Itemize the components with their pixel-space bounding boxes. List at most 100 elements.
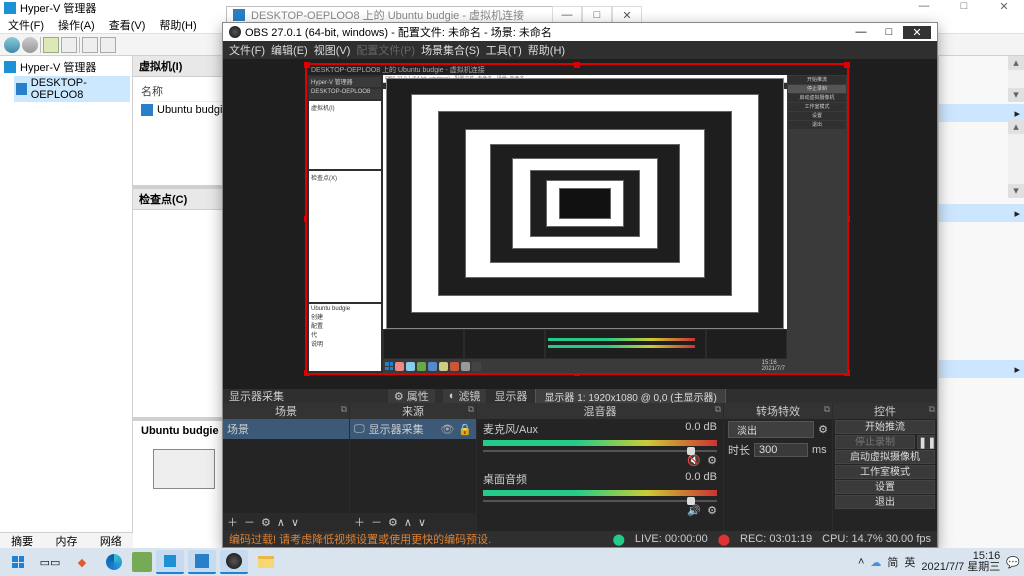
- nav-back-icon[interactable]: [4, 37, 20, 53]
- maximize-button[interactable]: □: [944, 0, 984, 16]
- transition-select[interactable]: 淡出: [728, 421, 814, 438]
- scenes-dock[interactable]: 场景⧉ 场景 ＋ － ⚙ ∧ ∨: [223, 403, 349, 531]
- virtual-cam-button[interactable]: 启动虚拟摄像机: [835, 450, 935, 464]
- actions-pane[interactable]: ▴▾ ▸ ▴▾ ▸ ▸: [938, 56, 1024, 548]
- pause-recording-button[interactable]: ❚❚: [917, 435, 935, 449]
- hyperv-menu-view[interactable]: 查看(V): [109, 17, 146, 33]
- host-window-controls[interactable]: — □ ✕: [904, 0, 1024, 16]
- obs-menu-file[interactable]: 文件(F): [229, 42, 265, 58]
- notifications-icon[interactable]: 💬: [1006, 556, 1020, 569]
- maximize-button[interactable]: □: [875, 26, 903, 38]
- tray-ime-1[interactable]: 简: [887, 554, 898, 570]
- up-icon[interactable]: ∧: [404, 516, 412, 529]
- remove-icon[interactable]: －: [244, 514, 255, 530]
- hyperv-menu-action[interactable]: 操作(A): [58, 17, 95, 33]
- add-icon[interactable]: ＋: [227, 514, 238, 530]
- volume-slider[interactable]: [483, 500, 717, 502]
- add-icon[interactable]: ＋: [354, 514, 365, 530]
- popout-icon[interactable]: ⧉: [468, 404, 474, 415]
- obs-titlebar[interactable]: OBS 27.0.1 (64-bit, windows) - 配置文件: 未命名…: [223, 23, 937, 41]
- scenes-toolbar[interactable]: ＋ － ⚙ ∧ ∨: [223, 513, 349, 531]
- taskbar-minecraft[interactable]: [132, 552, 152, 572]
- toolbar-btn-4[interactable]: [100, 37, 116, 53]
- windows-taskbar[interactable]: ▭▭ ◆ ˄ ☁ 简 英 15:16 2021/7/7 星期三 💬: [0, 548, 1024, 576]
- mute-icon[interactable]: 🔇: [687, 454, 701, 467]
- taskbar-vmconnect[interactable]: [188, 550, 216, 574]
- stop-recording-button[interactable]: 停止录制: [835, 435, 915, 449]
- scene-item[interactable]: 场景: [223, 419, 349, 439]
- exit-button[interactable]: 退出: [835, 495, 935, 509]
- properties-button[interactable]: ⚙属性: [388, 388, 435, 404]
- close-button[interactable]: ✕: [903, 26, 931, 39]
- taskbar-app[interactable]: ◆: [68, 550, 96, 574]
- resize-handle[interactable]: [844, 62, 850, 68]
- hyperv-tree[interactable]: Hyper-V 管理器 DESKTOP-OEPLOO8: [0, 56, 133, 548]
- volume-slider[interactable]: [483, 450, 717, 452]
- transitions-dock[interactable]: 转场特效⧉ 淡出 ⚙ 时长 ms: [724, 403, 832, 531]
- obs-menu-scenecol[interactable]: 场景集合(S): [421, 42, 480, 58]
- popout-icon[interactable]: ⧉: [715, 404, 721, 415]
- source-item[interactable]: 🖵 显示器采集 👁 🔒: [350, 419, 476, 439]
- tray-chevron-icon[interactable]: ˄: [858, 556, 864, 568]
- toolbar-btn-2[interactable]: [61, 37, 77, 53]
- taskbar-edge[interactable]: [100, 550, 128, 574]
- obs-menu-view[interactable]: 视图(V): [314, 42, 351, 58]
- popout-icon[interactable]: ⧉: [341, 404, 347, 415]
- obs-preview-canvas[interactable]: DESKTOP-OEPLOO8 上的 Ubuntu budgie - 虚拟机连接…: [223, 59, 937, 389]
- tray-onedrive-icon[interactable]: ☁: [870, 556, 881, 569]
- gear-icon[interactable]: ⚙: [707, 504, 717, 517]
- nav-fwd-icon[interactable]: [22, 37, 38, 53]
- resize-handle[interactable]: [304, 62, 310, 68]
- tray-ime-2[interactable]: 英: [904, 554, 915, 570]
- taskbar-clock[interactable]: 15:16 2021/7/7 星期三: [921, 551, 1000, 573]
- source-toolbar[interactable]: 显示器采集 ⚙属性 ◐滤镜 显示器 显示器 1: 1920x1080 @ 0,0…: [223, 389, 937, 403]
- vm-thumbnail[interactable]: [153, 449, 215, 489]
- minimize-button[interactable]: —: [904, 0, 944, 16]
- tree-root[interactable]: Hyper-V 管理器: [2, 58, 130, 76]
- sources-toolbar[interactable]: ＋ － ⚙ ∧ ∨: [350, 513, 476, 531]
- action-item[interactable]: ▸: [939, 204, 1024, 222]
- tree-host[interactable]: DESKTOP-OEPLOO8: [14, 76, 130, 102]
- remove-icon[interactable]: －: [371, 514, 382, 530]
- selected-source-bounds[interactable]: DESKTOP-OEPLOO8 上的 Ubuntu budgie - 虚拟机连接…: [305, 63, 849, 375]
- sources-dock[interactable]: 来源⧉ 🖵 显示器采集 👁 🔒 ＋ － ⚙ ∧ ∨: [350, 403, 476, 531]
- gear-icon[interactable]: ⚙: [707, 454, 717, 467]
- action-item[interactable]: ▸: [939, 360, 1024, 378]
- down-icon[interactable]: ∨: [291, 516, 299, 529]
- speaker-icon[interactable]: 🔊: [687, 504, 701, 517]
- display-select[interactable]: 显示器 1: 1920x1080 @ 0,0 (主显示器): [535, 388, 725, 405]
- obs-menu-profile[interactable]: 配置文件(P): [356, 42, 415, 58]
- settings-button[interactable]: 设置: [835, 480, 935, 494]
- visibility-toggle-icon[interactable]: 👁: [440, 423, 454, 436]
- popout-icon[interactable]: ⧉: [824, 404, 830, 415]
- gear-icon[interactable]: ⚙: [261, 516, 271, 529]
- controls-dock[interactable]: 控件⧉ 开始推流 停止录制 ❚❚ 启动虚拟摄像机 工作室模式 设置 退出: [833, 403, 937, 531]
- hyperv-menu-help[interactable]: 帮助(H): [159, 17, 196, 33]
- obs-menu-help[interactable]: 帮助(H): [528, 42, 565, 58]
- resize-handle[interactable]: [574, 62, 580, 68]
- hyperv-detail-tabs[interactable]: 摘要 内存 网络: [0, 532, 133, 548]
- toolbar-btn-3[interactable]: [82, 37, 98, 53]
- mixer-channel-mic[interactable]: 麦克风/Aux0.0 dB 🔇⚙: [477, 419, 723, 469]
- obs-menubar[interactable]: 文件(F) 编辑(E) 视图(V) 配置文件(P) 场景集合(S) 工具(T) …: [223, 41, 937, 59]
- toolbar-btn-1[interactable]: [43, 37, 59, 53]
- start-streaming-button[interactable]: 开始推流: [835, 420, 935, 434]
- gear-icon[interactable]: ⚙: [818, 423, 828, 436]
- scrollbar[interactable]: ▴▾: [1008, 56, 1024, 102]
- lock-icon[interactable]: 🔒: [458, 423, 472, 436]
- scrollbar[interactable]: ▴▾: [1008, 120, 1024, 198]
- down-icon[interactable]: ∨: [418, 516, 426, 529]
- system-tray[interactable]: ˄ ☁ 简 英 15:16 2021/7/7 星期三 💬: [858, 551, 1020, 573]
- mixer-dock[interactable]: 混音器⧉ 麦克风/Aux0.0 dB 🔇⚙ 桌面音频0.0 dB 🔊⚙: [477, 403, 723, 531]
- studio-mode-button[interactable]: 工作室模式: [835, 465, 935, 479]
- mixer-channel-desktop[interactable]: 桌面音频0.0 dB 🔊⚙: [477, 469, 723, 519]
- close-button[interactable]: ✕: [984, 0, 1024, 16]
- hyperv-menu-file[interactable]: 文件(F): [8, 17, 44, 33]
- taskbar-explorer[interactable]: [252, 550, 280, 574]
- obs-menu-edit[interactable]: 编辑(E): [271, 42, 308, 58]
- popout-icon[interactable]: ⧉: [929, 404, 935, 415]
- taskbar-hyperv[interactable]: [156, 550, 184, 574]
- duration-input[interactable]: [754, 443, 808, 457]
- filters-button[interactable]: ◐滤镜: [443, 388, 487, 404]
- minimize-button[interactable]: —: [847, 26, 875, 38]
